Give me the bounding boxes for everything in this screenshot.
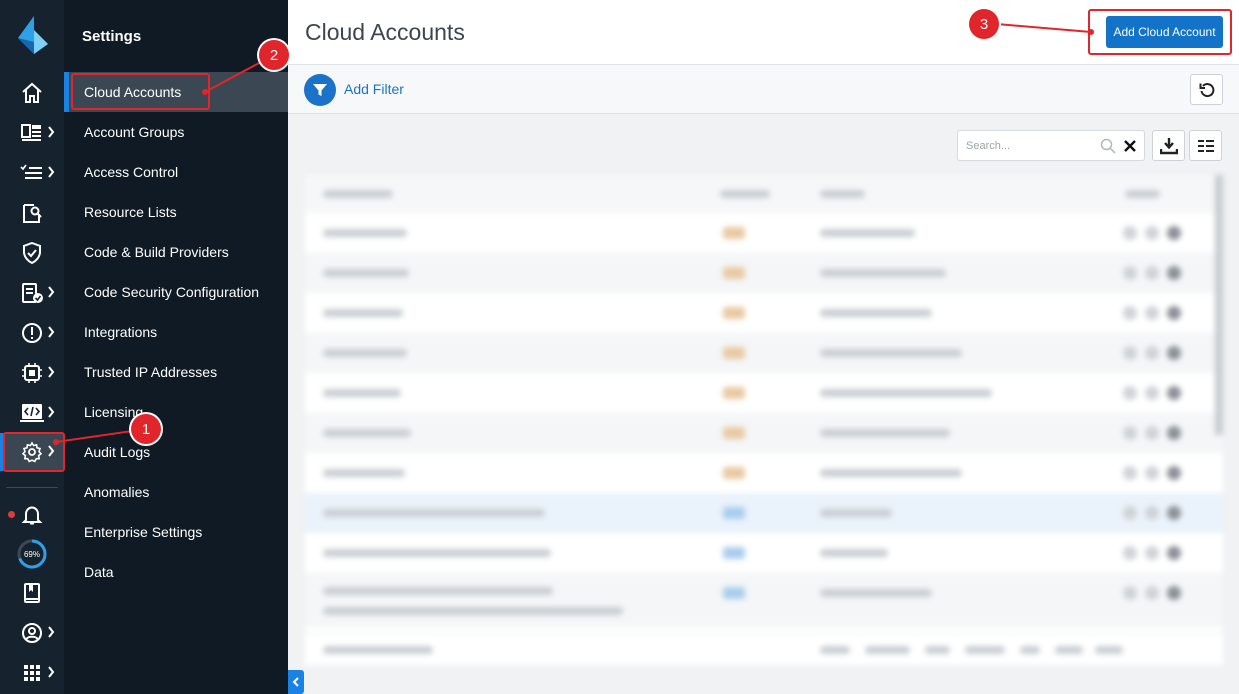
menu-item-trusted-ip-addresses[interactable]: Trusted IP Addresses	[64, 352, 288, 392]
table-row[interactable]	[305, 533, 1223, 573]
rail-item-progress[interactable]: 69%	[0, 535, 64, 573]
progress-ring: 69%	[17, 539, 47, 569]
apps-grid-icon	[24, 665, 40, 681]
chevron-right-icon	[48, 406, 55, 418]
icon-rail: 69%	[0, 0, 64, 694]
investigate-icon	[23, 204, 42, 223]
dashboard-icon	[21, 124, 41, 141]
menu-item-anomalies[interactable]: Anomalies	[64, 472, 288, 512]
rail-item-compute[interactable]	[0, 354, 64, 392]
rail-item-apps[interactable]	[0, 654, 64, 692]
table-row[interactable]	[305, 573, 1223, 627]
cpu-icon	[22, 363, 42, 383]
table-row[interactable]	[305, 253, 1223, 293]
rail-item-code[interactable]	[0, 394, 64, 432]
rail-item-alerts-list[interactable]	[0, 154, 64, 192]
accounts-table	[305, 175, 1223, 665]
rail-item-compliance[interactable]	[0, 234, 64, 272]
table-row[interactable]	[305, 213, 1223, 253]
rail-item-reports[interactable]	[0, 274, 64, 312]
close-icon[interactable]	[1124, 140, 1136, 152]
menu-item-audit-logs[interactable]: Audit Logs	[64, 432, 288, 472]
rail-item-profile[interactable]	[0, 614, 64, 652]
menu-item-licensing[interactable]: Licensing	[64, 392, 288, 432]
table-row[interactable]	[305, 413, 1223, 453]
reset-button[interactable]	[1190, 74, 1223, 105]
table-pagination	[305, 633, 1223, 665]
rail-item-notifications[interactable]	[0, 496, 64, 534]
annotation-highlight-add-button	[1088, 9, 1232, 55]
bell-icon	[21, 506, 43, 525]
table-row[interactable]	[305, 333, 1223, 373]
filter-icon	[313, 84, 327, 96]
rail-item-alerts[interactable]	[0, 314, 64, 352]
annotation-highlight-settings	[3, 432, 65, 472]
home-icon	[22, 82, 42, 103]
search-icon[interactable]	[1100, 138, 1116, 154]
chevron-right-icon	[48, 286, 55, 298]
menu-item-resource-lists[interactable]: Resource Lists	[64, 192, 288, 232]
table-row[interactable]	[305, 373, 1223, 413]
rail-item-home[interactable]	[0, 74, 64, 112]
chevron-right-icon	[48, 166, 55, 178]
columns-button[interactable]	[1189, 130, 1222, 161]
menu-item-enterprise-settings[interactable]: Enterprise Settings	[64, 512, 288, 552]
book-icon	[24, 583, 40, 603]
annotation-badge-1: 1	[131, 414, 161, 444]
menu-item-code-build-providers[interactable]: Code & Build Providers	[64, 232, 288, 272]
add-filter-link[interactable]: Add Filter	[344, 81, 404, 97]
chevron-left-icon	[292, 677, 299, 687]
main-content: Cloud Accounts Add Cloud Account Add Fil…	[288, 0, 1239, 694]
page-title: Cloud Accounts	[305, 19, 465, 45]
rail-item-docs[interactable]	[0, 574, 64, 612]
reset-icon	[1199, 82, 1214, 97]
table-row[interactable]	[305, 453, 1223, 493]
chevron-right-icon	[48, 326, 55, 338]
table-row[interactable]	[305, 293, 1223, 333]
user-icon	[22, 623, 42, 643]
rail-divider	[6, 487, 58, 488]
menu-item-integrations[interactable]: Integrations	[64, 312, 288, 352]
annotation-badge-3: 3	[969, 9, 999, 39]
collapse-sidebar-button[interactable]	[288, 670, 304, 694]
search-box	[957, 130, 1145, 161]
menu-item-account-groups[interactable]: Account Groups	[64, 112, 288, 152]
menu-item-data[interactable]: Data	[64, 552, 288, 592]
annotation-badge-2: 2	[259, 40, 289, 70]
table-header	[305, 175, 1223, 213]
download-icon	[1159, 137, 1178, 154]
filter-bar: Add Filter	[288, 65, 1239, 114]
logo-icon	[18, 16, 48, 54]
list-check-icon	[20, 164, 42, 179]
shield-icon	[23, 242, 41, 264]
download-button[interactable]	[1152, 130, 1185, 161]
chevron-right-icon	[48, 666, 55, 678]
alert-icon	[22, 323, 42, 343]
rail-item-investigate[interactable]	[0, 194, 64, 232]
progress-label: 69%	[24, 550, 40, 559]
menu-title: Settings	[82, 28, 142, 45]
chevron-right-icon	[48, 626, 55, 638]
menu-item-code-security-configuration[interactable]: Code Security Configuration	[64, 272, 288, 312]
code-icon	[20, 404, 44, 422]
filter-button[interactable]	[304, 74, 336, 106]
chevron-right-icon	[48, 366, 55, 378]
chevron-right-icon	[48, 126, 55, 138]
annotation-highlight-cloud-accounts	[71, 73, 210, 110]
columns-icon	[1197, 139, 1214, 152]
search-input[interactable]	[966, 137, 1096, 155]
table-row[interactable]	[305, 493, 1223, 533]
rail-item-dashboard[interactable]	[0, 114, 64, 152]
compliance-report-icon	[22, 283, 43, 303]
menu-item-access-control[interactable]: Access Control	[64, 152, 288, 192]
